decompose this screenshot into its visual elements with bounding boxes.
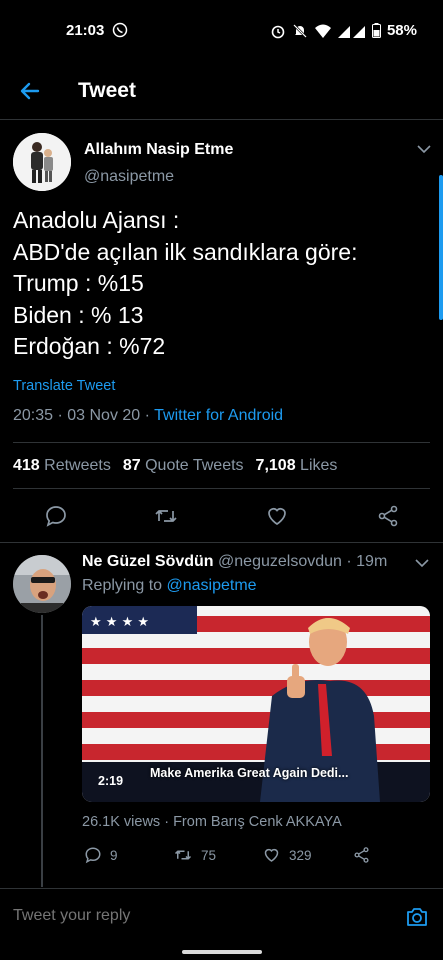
app-bar: Tweet <box>0 62 443 120</box>
reply-retweet-button[interactable]: 75 <box>173 846 216 864</box>
chevron-down-icon[interactable] <box>416 143 432 155</box>
whatsapp-icon <box>112 22 128 38</box>
video-views: 26.1K views · From Barış Cenk AKKAYA <box>82 814 342 830</box>
video-thumbnail[interactable]: ★ ★ ★ ★ 2:19 Make Amerika Great Again De… <box>82 606 430 802</box>
do-not-disturb-icon <box>293 23 307 38</box>
share-icon <box>354 847 369 863</box>
reply-icon <box>85 847 101 864</box>
reply-actions: 9 75 329 <box>0 846 443 866</box>
reply-composer <box>0 888 443 946</box>
tweet-line: Trump : %15 <box>13 270 144 296</box>
likes-stat[interactable]: 7,108 Likes <box>256 457 338 475</box>
chevron-down-icon[interactable] <box>414 557 430 569</box>
reply-author-handle[interactable]: @neguzelsovdun <box>218 553 342 570</box>
status-bar: 21:03 58% <box>0 0 443 62</box>
replying-to: Replying to @nasipetme <box>82 577 257 594</box>
tweet-text: Anadolu Ajansı : ABD'de açılan ilk sandı… <box>13 205 423 363</box>
tweet-source-link[interactable]: Twitter for Android <box>154 407 283 424</box>
divider <box>13 488 430 489</box>
video-caption: Make Amerika Great Again Dedi... <box>150 766 349 780</box>
svg-text:★ ★ ★ ★: ★ ★ ★ ★ <box>90 615 149 630</box>
share-icon[interactable] <box>376 504 400 528</box>
translate-tweet-link[interactable]: Translate Tweet <box>13 378 115 394</box>
tweet-line: Anadolu Ajansı : <box>13 207 180 233</box>
tweet-stats: 418 Retweets 87 Quote Tweets 7,108 Likes <box>13 457 337 475</box>
quote-tweets-stat[interactable]: 87 Quote Tweets <box>123 457 244 475</box>
back-arrow-icon[interactable] <box>18 79 42 103</box>
reply-time: · 19m <box>341 553 388 570</box>
tweet-line: ABD'de açılan ilk sandıklara göre: <box>13 238 358 265</box>
wifi-icon <box>314 24 331 38</box>
alarm-icon <box>271 25 285 38</box>
reply-author-name[interactable]: Ne Güzel Sövdün <box>82 553 214 570</box>
reply-count: 9 <box>110 847 118 863</box>
like-count: 329 <box>289 847 312 863</box>
reply-input[interactable] <box>13 907 373 925</box>
retweet-icon <box>174 850 192 860</box>
reply-header: Ne Güzel Sövdün @neguzelsovdun · 19m <box>82 553 387 571</box>
scroll-indicator[interactable] <box>439 175 443 320</box>
reply-like-button[interactable]: 329 <box>262 846 312 864</box>
reply-share-button[interactable] <box>352 846 371 864</box>
tweet-actions <box>0 504 443 528</box>
status-time: 21:03 <box>66 22 105 39</box>
retweet-icon[interactable] <box>154 504 178 528</box>
tweet-line: Biden : % 13 <box>13 301 144 328</box>
battery-icon <box>371 23 381 38</box>
replying-to-handle[interactable]: @nasipetme <box>167 577 257 594</box>
tweet-line: Erdoğan : %72 <box>13 333 166 359</box>
battery-percent: 58% <box>386 22 417 39</box>
tweet-timestamp: 20:35 · 03 Nov 20 · <box>13 407 155 424</box>
divider <box>0 542 443 543</box>
author-avatar[interactable] <box>13 133 71 191</box>
reply-reply-button[interactable]: 9 <box>84 846 118 864</box>
author-handle[interactable]: @nasipetme <box>84 168 174 186</box>
page-title: Tweet <box>78 79 136 102</box>
home-indicator[interactable] <box>182 950 262 954</box>
signal-icon <box>337 25 365 38</box>
like-icon[interactable] <box>265 504 289 528</box>
tweet-meta: 20:35 · 03 Nov 20 · Twitter for Android <box>13 407 283 425</box>
like-icon <box>264 848 279 862</box>
divider <box>13 442 430 443</box>
retweets-stat[interactable]: 418 Retweets <box>13 457 111 475</box>
retweet-count: 75 <box>201 847 217 863</box>
author-name[interactable]: Allahım Nasip Etme <box>84 141 233 159</box>
reply-icon[interactable] <box>44 504 68 528</box>
camera-icon[interactable] <box>405 906 429 928</box>
video-duration: 2:19 <box>98 774 124 788</box>
reply-author-avatar[interactable] <box>13 555 71 613</box>
